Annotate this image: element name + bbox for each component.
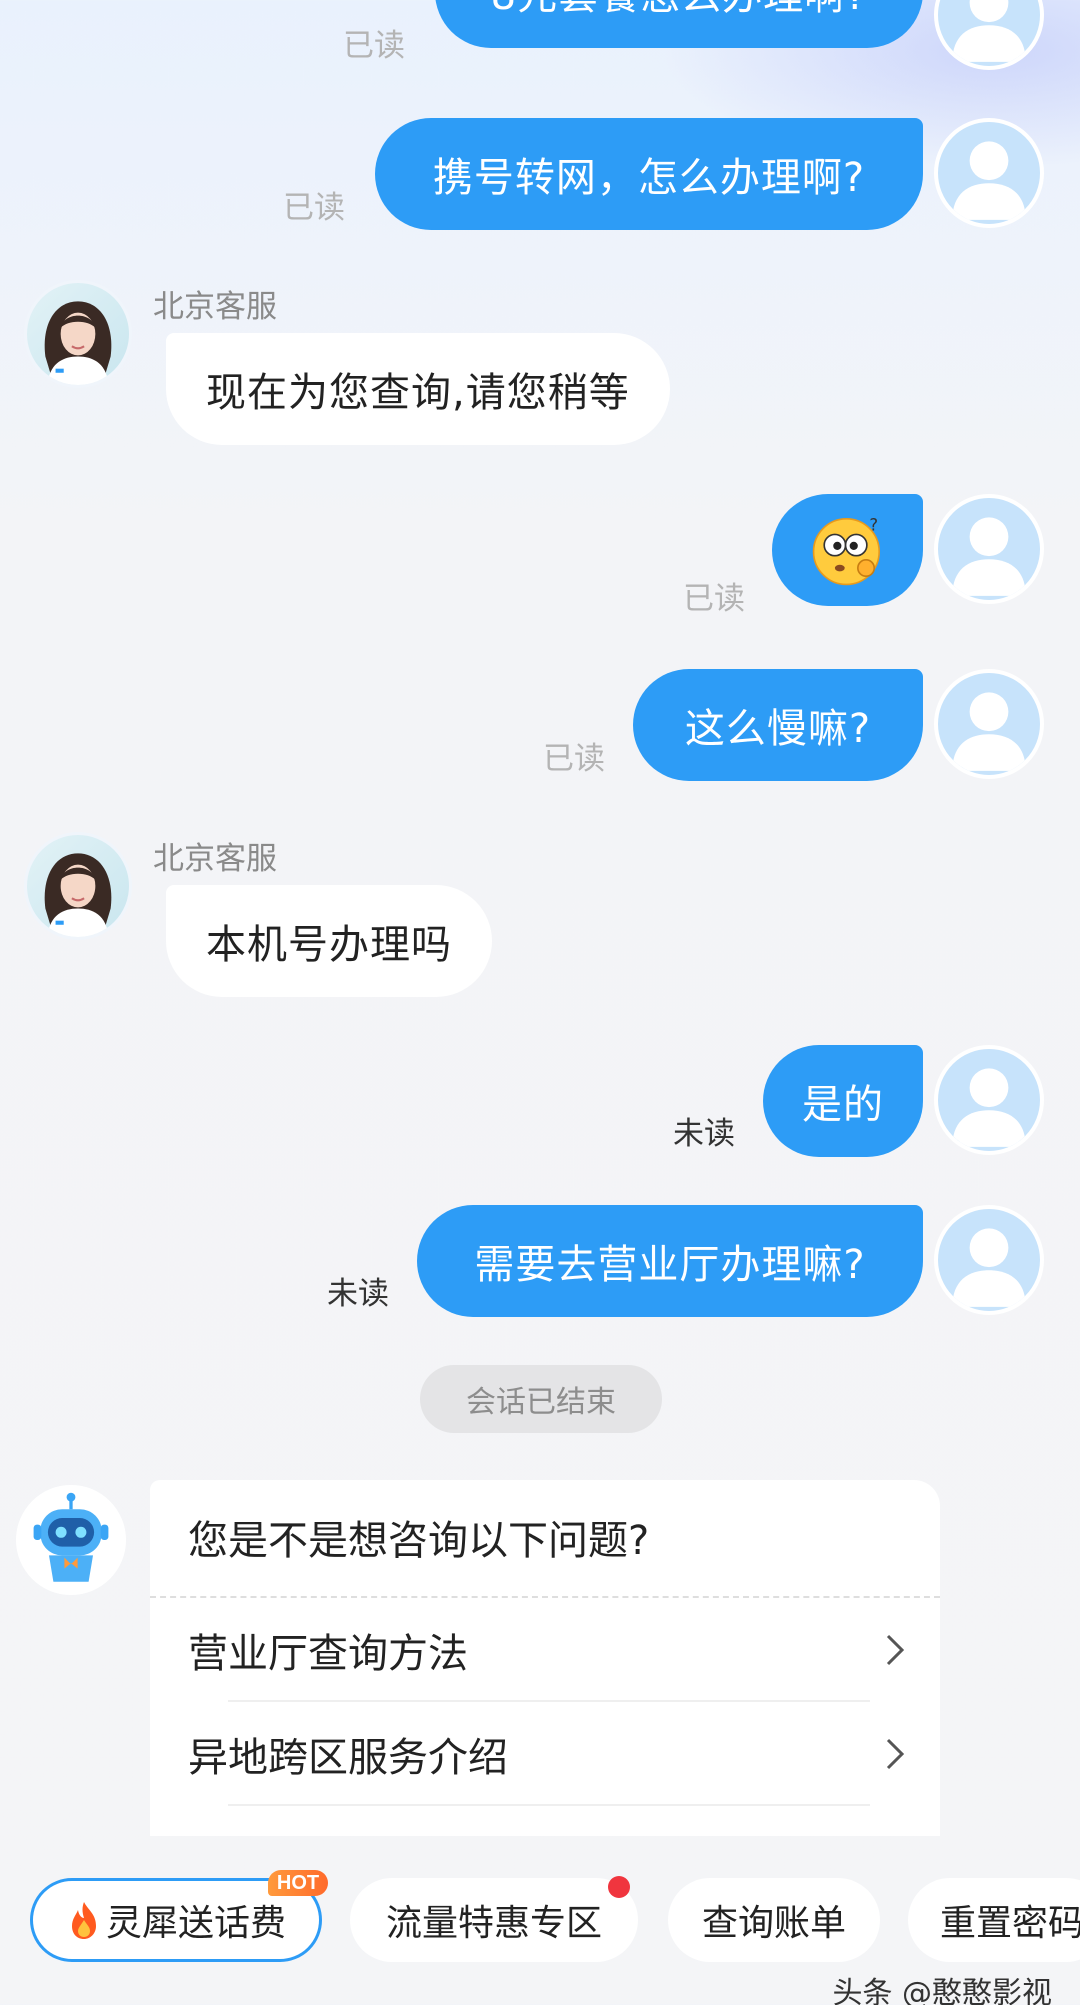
user-avatar[interactable] <box>934 118 1044 228</box>
message-text: 现在为您查询,请您稍等 <box>206 370 630 416</box>
user-message-bubble[interactable]: 这么慢嘛? <box>633 669 923 781</box>
message-text: 需要去营业厅办理嘛? <box>474 1242 866 1288</box>
user-avatar-icon <box>952 517 1026 596</box>
agent-name: 北京客服 <box>153 289 277 325</box>
agent-avatar[interactable] <box>24 832 132 940</box>
session-ended-text: 会话已结束 <box>466 1385 616 1420</box>
user-avatar[interactable] <box>934 1045 1044 1155</box>
faq-item-label: 营业厅查询方法 <box>188 1631 468 1677</box>
quick-chip-label: 查询账单 <box>701 1903 846 1944</box>
user-avatar[interactable] <box>934 494 1044 604</box>
user-avatar-icon <box>952 692 1026 771</box>
agent-message-bubble[interactable]: 现在为您查询,请您稍等 <box>166 333 670 445</box>
faq-item[interactable]: 异地跨区服务介绍 <box>188 1702 910 1806</box>
bot-avatar <box>16 1485 126 1595</box>
session-ended-pill: 会话已结束 <box>420 1365 662 1433</box>
faq-item-label: 异地跨区服务介绍 <box>188 1735 508 1781</box>
user-message-bubble[interactable]: 是的 <box>763 1045 923 1157</box>
user-emoji-bubble[interactable]: ? <box>772 494 923 606</box>
read-status: 已读 <box>543 741 605 777</box>
user-message-bubble[interactable]: 需要去营业厅办理嘛? <box>417 1205 923 1317</box>
agent-message-bubble[interactable]: 本机号办理吗 <box>166 885 492 997</box>
faq-card: 您是不是想咨询以下问题? 营业厅查询方法 异地跨区服务介绍 <box>150 1480 940 1836</box>
user-avatar[interactable] <box>934 1205 1044 1315</box>
user-message-bubble[interactable]: 携号转网，怎么办理啊? <box>375 118 923 230</box>
quick-chip-label: 重置密码 <box>940 1903 1080 1944</box>
hot-badge: HOT <box>268 1870 328 1896</box>
chevron-right-icon <box>880 1734 910 1774</box>
chevron-right-icon <box>880 1630 910 1670</box>
message-text: 这么慢嘛? <box>684 706 872 752</box>
message-text: 8元套餐怎么办理啊? <box>491 0 868 21</box>
read-status: 已读 <box>683 581 745 617</box>
user-avatar-icon <box>952 141 1026 220</box>
faq-item[interactable]: 营业厅查询方法 <box>188 1598 910 1702</box>
read-status: 已读 <box>283 190 345 226</box>
message-text: 携号转网，怎么办理啊? <box>432 155 866 201</box>
agent-name: 北京客服 <box>153 841 277 877</box>
svg-text:?: ? <box>869 515 879 534</box>
quick-chip-bill-query[interactable]: 查询账单 <box>668 1878 880 1962</box>
agent-avatar[interactable] <box>24 280 132 388</box>
quick-chip-data-deals[interactable]: 流量特惠专区 <box>350 1878 638 1962</box>
user-message-bubble[interactable]: 8元套餐怎么办理啊? <box>435 0 923 48</box>
quick-reply-bar: 灵犀送话费 HOT 流量特惠专区 查询账单 重置密码 <box>0 1870 1080 1980</box>
quick-chip-reset-password[interactable]: 重置密码 <box>908 1878 1080 1962</box>
message-text: 是的 <box>802 1082 884 1128</box>
faq-title: 您是不是想咨询以下问题? <box>188 1518 650 1564</box>
fire-icon <box>66 1900 102 1940</box>
user-avatar-icon <box>952 0 1026 62</box>
read-status: 已读 <box>343 28 405 64</box>
robot-icon <box>16 1485 126 1595</box>
message-text: 本机号办理吗 <box>206 922 452 968</box>
user-avatar-icon <box>952 1068 1026 1147</box>
faq-separator <box>228 1804 870 1806</box>
user-avatar[interactable] <box>934 669 1044 779</box>
quick-chip-label: 灵犀送话费 <box>105 1903 286 1944</box>
notification-dot <box>608 1876 630 1898</box>
user-avatar-icon <box>952 1228 1026 1307</box>
agent-portrait-icon <box>44 301 112 385</box>
unread-status: 未读 <box>673 1116 735 1152</box>
quick-chip-label: 流量特惠专区 <box>385 1903 602 1944</box>
watermark-text: 头条 @憨憨影视 <box>832 1976 1052 2005</box>
unread-status: 未读 <box>327 1276 389 1312</box>
confused-face-icon: ? <box>807 509 889 591</box>
agent-portrait-icon <box>44 853 112 937</box>
